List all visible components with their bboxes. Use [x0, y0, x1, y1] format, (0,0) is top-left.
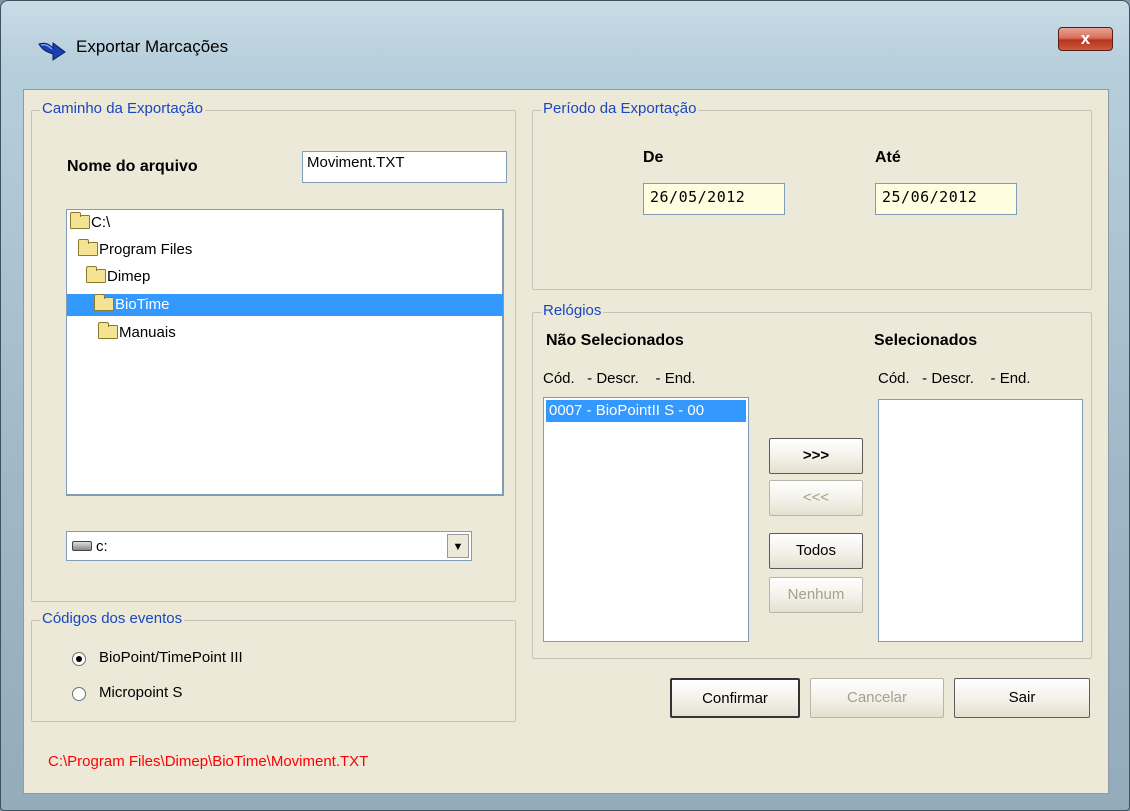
- move-left-button[interactable]: <<<: [769, 480, 863, 516]
- to-label: Até: [875, 149, 901, 166]
- filename-input[interactable]: Moviment.TXT: [302, 151, 507, 183]
- close-button[interactable]: x: [1058, 27, 1113, 51]
- tree-item-label: Program Files: [99, 241, 193, 258]
- export-path-group: Caminho da Exportação Nome do arquivo Mo…: [31, 100, 516, 602]
- clocks-group: Relógios Não Selecionados Cód. - Descr. …: [532, 302, 1092, 659]
- tree-item-biotime[interactable]: BioTime: [67, 294, 503, 316]
- select-all-button[interactable]: Todos: [769, 533, 863, 569]
- folder-tree[interactable]: C:\ Program Files Dimep BioTime Manuais: [66, 209, 504, 496]
- from-date-input[interactable]: 26/05/2012: [643, 183, 785, 215]
- event-codes-legend: Códigos dos eventos: [40, 610, 185, 627]
- tree-item-label: C:\: [91, 214, 111, 231]
- drive-value: c:: [96, 538, 108, 555]
- move-right-button[interactable]: >>>: [769, 438, 863, 474]
- export-period-group: Período da Exportação De 26/05/2012 Até …: [532, 100, 1092, 290]
- window-title: Exportar Marcações: [76, 37, 229, 56]
- arrow-app-icon: [38, 42, 66, 61]
- unselected-title: Não Selecionados: [546, 332, 684, 349]
- open-folder-icon: [86, 266, 106, 283]
- exit-button[interactable]: Sair: [954, 678, 1090, 718]
- tree-item-label: BioTime: [115, 296, 170, 313]
- tree-item-manuais[interactable]: Manuais: [98, 322, 176, 344]
- selected-clocks-list[interactable]: [878, 399, 1083, 642]
- selected-column-headers: Cód. - Descr. - End.: [878, 370, 1031, 387]
- tree-item-root[interactable]: C:\: [70, 212, 114, 234]
- selected-title: Selecionados: [874, 332, 978, 349]
- filename-label: Nome do arquivo: [67, 158, 198, 175]
- list-item[interactable]: 0007 - BioPointII S - 00: [546, 400, 746, 422]
- export-period-legend: Período da Exportação: [541, 100, 699, 117]
- drive-icon: [72, 541, 92, 551]
- open-folder-icon: [78, 239, 98, 256]
- radio-biopoint[interactable]: [72, 652, 86, 666]
- confirm-button[interactable]: Confirmar: [670, 678, 800, 718]
- status-path: C:\Program Files\Dimep\BioTime\Moviment.…: [48, 753, 369, 770]
- clocks-legend: Relógios: [541, 302, 604, 319]
- tree-item-label: Manuais: [119, 324, 176, 341]
- dialog-client-area: Caminho da Exportação Nome do arquivo Mo…: [23, 89, 1109, 794]
- closed-folder-icon: [98, 322, 118, 339]
- unselected-clocks-list[interactable]: 0007 - BioPointII S - 00: [543, 397, 749, 642]
- export-path-legend: Caminho da Exportação: [40, 100, 205, 117]
- drive-select[interactable]: c: ▼: [66, 531, 472, 561]
- chevron-down-icon[interactable]: ▼: [447, 534, 469, 558]
- tree-item-label: Dimep: [107, 268, 151, 285]
- radio-micropoint[interactable]: [72, 687, 86, 701]
- event-codes-group: Códigos dos eventos BioPoint/TimePoint I…: [31, 610, 516, 722]
- radio-micropoint-label[interactable]: Micropoint S: [99, 684, 182, 701]
- to-date-input[interactable]: 25/06/2012: [875, 183, 1017, 215]
- select-none-button[interactable]: Nenhum: [769, 577, 863, 613]
- title-bar[interactable]: Exportar Marcações x: [1, 1, 1129, 89]
- radio-biopoint-label[interactable]: BioPoint/TimePoint III: [99, 649, 243, 666]
- tree-item-dimep[interactable]: Dimep: [86, 266, 150, 288]
- from-label: De: [643, 149, 664, 166]
- cancel-button[interactable]: Cancelar: [810, 678, 944, 718]
- open-folder-icon: [70, 212, 90, 229]
- open-folder-icon: [94, 294, 114, 311]
- tree-item-program-files[interactable]: Program Files: [78, 239, 192, 261]
- window-frame: Exportar Marcações x Caminho da Exportaç…: [0, 0, 1130, 811]
- unselected-column-headers: Cód. - Descr. - End.: [543, 370, 696, 387]
